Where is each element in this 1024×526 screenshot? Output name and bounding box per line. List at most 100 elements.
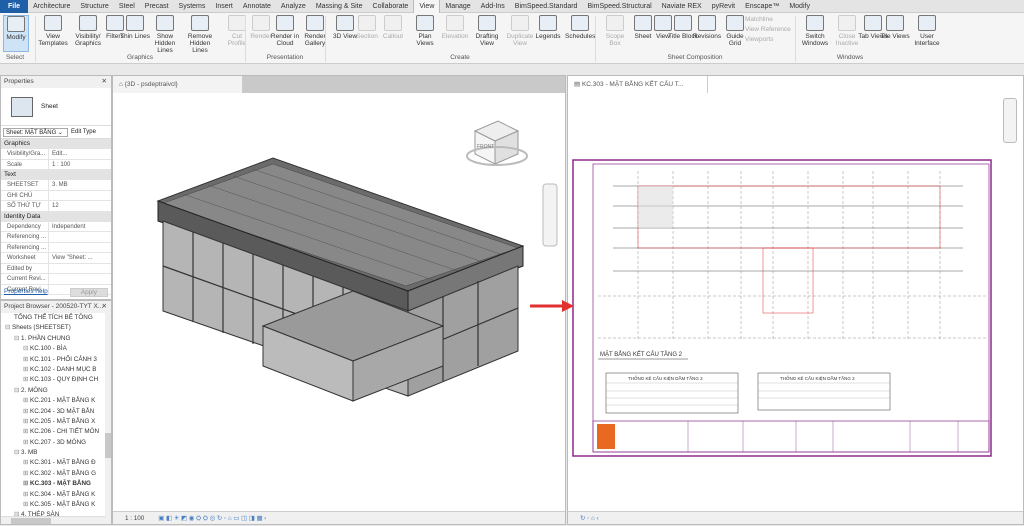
browser-item[interactable]: ⊞ KC.207 - 3D MÓNG xyxy=(1,438,111,448)
sheet-view-window[interactable]: ▤ KC.303 - MẶT BẰNG KẾT CẤU T... MẶT BẰN… xyxy=(567,75,1024,525)
view-scale[interactable]: 1 : 100 xyxy=(125,515,144,522)
browser-item[interactable]: ⊞ KC.305 - MẶT BẰNG K xyxy=(1,500,111,510)
tab-insert[interactable]: Insert xyxy=(210,0,238,13)
tab-view[interactable]: View xyxy=(413,0,441,13)
browser-item[interactable]: ⊞ KC.204 - 3D MẶT BẰN xyxy=(1,407,111,417)
expand-icon[interactable]: ⊞ xyxy=(23,397,30,404)
tab-collaborate[interactable]: Collaborate xyxy=(368,0,414,13)
scope-box-button[interactable]: Scope Box xyxy=(600,15,630,47)
tab-manage[interactable]: Manage xyxy=(440,0,475,13)
browser-item[interactable]: ⊞ KC.303 - MẶT BẰNG xyxy=(1,479,111,489)
expand-icon[interactable]: ⊞ xyxy=(23,366,30,373)
expand-icon[interactable]: ⊞ xyxy=(23,428,30,435)
browser-item[interactable]: ⊞ KC.304 - MẶT BẰNG K xyxy=(1,490,111,500)
browser-item[interactable]: ⊟ 3. MB xyxy=(1,448,111,458)
property-value[interactable]: View "Sheet: ... xyxy=(49,253,111,263)
property-value[interactable]: Edit... xyxy=(49,149,111,159)
elevation-button[interactable]: Elevation xyxy=(440,15,470,40)
revisions-button[interactable]: Revisions xyxy=(692,15,722,40)
property-group[interactable]: Identity Data xyxy=(1,211,111,222)
tab-file[interactable]: File xyxy=(0,0,29,13)
callout-button[interactable]: Callout xyxy=(378,15,408,40)
browser-item[interactable]: ⊞ KC.101 - PHỐI CẢNH 3 xyxy=(1,355,111,365)
browser-item[interactable]: TỔNG THỂ TÍCH BÊ TÔNG xyxy=(1,313,111,323)
tab-pyrevit[interactable]: pyRevit xyxy=(707,0,740,13)
viewports-button[interactable]: Viewports xyxy=(745,36,773,43)
tab-naviate-rex[interactable]: Naviate REX xyxy=(657,0,707,13)
visibility-graphics-button[interactable]: Visibility/ Graphics xyxy=(73,15,103,47)
thin-lines-button[interactable]: Thin Lines xyxy=(120,15,150,40)
property-value[interactable]: Independent xyxy=(49,222,111,232)
tab-modify[interactable]: Modify xyxy=(784,0,815,13)
tab-analyze[interactable]: Analyze xyxy=(276,0,311,13)
browser-item[interactable]: ⊞ KC.301 - MẶT BẰNG Đ xyxy=(1,458,111,468)
browser-item[interactable]: ⊞ KC.206 - CHI TIẾT MÓN xyxy=(1,427,111,437)
tab-bimspeed-standard[interactable]: BimSpeed.Standard xyxy=(510,0,583,13)
view-control-icons[interactable]: ↻ ◦ ⌂ ‹ xyxy=(580,515,599,522)
expand-icon[interactable]: ⊟ xyxy=(14,449,21,456)
tab-systems[interactable]: Systems xyxy=(174,0,211,13)
expand-icon[interactable]: ⊞ xyxy=(23,491,30,498)
remove-hidden-lines-button[interactable]: Remove Hidden Lines xyxy=(185,15,215,54)
expand-icon[interactable]: ⊞ xyxy=(23,418,30,425)
property-value[interactable]: 12 xyxy=(49,201,111,211)
modify-button[interactable]: Modify xyxy=(3,15,29,52)
property-group[interactable]: Graphics xyxy=(1,139,111,149)
tab-annotate[interactable]: Annotate xyxy=(238,0,276,13)
browser-item[interactable]: ⊞ KC.302 - MẶT BẰNG G xyxy=(1,469,111,479)
expand-icon[interactable]: ⊞ xyxy=(23,459,30,466)
vertical-scrollbar[interactable] xyxy=(105,313,111,517)
browser-item[interactable]: ⊞ KC.102 - DANH MỤC B xyxy=(1,365,111,375)
property-value[interactable] xyxy=(49,243,111,253)
browser-item[interactable]: ⊞ KC.103 - QUY ĐỊNH CH xyxy=(1,375,111,385)
view-reference-button[interactable]: View Reference xyxy=(745,26,791,33)
view-templates-button[interactable]: View Templates xyxy=(38,15,68,47)
browser-item[interactable]: ⊞ KC.205 - MẶT BẰNG X xyxy=(1,417,111,427)
schedules-button[interactable]: Schedules xyxy=(565,15,595,40)
view-control-icons[interactable]: ▣ ◧ ☀ ◩ ◉ ⛭ ⛭ ◎ ↻ ◦ ⌂ ▭ ◫ ◨ ▦ ‹ xyxy=(158,515,266,522)
navigation-bar[interactable] xyxy=(542,183,558,247)
view-cube[interactable]: FRONT xyxy=(466,120,528,166)
show-hidden-lines-button[interactable]: Show Hidden Lines xyxy=(150,15,180,54)
expand-icon[interactable]: ⊟ xyxy=(14,387,21,394)
browser-item[interactable]: ⊟ KC.100 - BÌA xyxy=(1,344,111,354)
browser-item[interactable]: ⊟ Sheets (SHEETSET) xyxy=(1,323,111,333)
tab-bimspeed-structural[interactable]: BimSpeed.Structural xyxy=(582,0,656,13)
edit-type-button[interactable]: Edit Type xyxy=(71,129,96,135)
browser-item[interactable]: ⊟ 1. PHẦN CHUNG xyxy=(1,334,111,344)
tab-add-ins[interactable]: Add-Ins xyxy=(476,0,510,13)
property-value[interactable] xyxy=(49,274,111,284)
property-value[interactable] xyxy=(49,191,111,201)
horizontal-scrollbar[interactable] xyxy=(1,516,111,524)
tab-structure[interactable]: Structure xyxy=(75,0,113,13)
browser-item[interactable]: ⊞ KC.201 - MẶT BẰNG K xyxy=(1,396,111,406)
tab-architecture[interactable]: Architecture xyxy=(28,0,75,13)
tile-views-button[interactable]: Tile Views xyxy=(880,15,910,40)
matchline-button[interactable]: Matchline xyxy=(745,16,773,23)
property-group[interactable]: Text xyxy=(1,170,111,180)
expand-icon[interactable]: ⊞ xyxy=(23,501,30,508)
type-selector[interactable]: Sheet: MẶT BẰNG ⌄ xyxy=(3,127,68,137)
property-value[interactable] xyxy=(49,232,111,242)
browser-item[interactable]: ⊟ 2. MÓNG xyxy=(1,386,111,396)
expand-icon[interactable]: ⊟ xyxy=(23,345,30,352)
apply-button[interactable]: Apply xyxy=(69,288,108,297)
properties-help-link[interactable]: Properties help xyxy=(4,288,48,297)
expand-icon[interactable]: ⊞ xyxy=(23,480,30,487)
drafting-view-button[interactable]: Drafting View xyxy=(472,15,502,47)
render-in-cloud-button[interactable]: Render in Cloud xyxy=(270,15,300,47)
legends-button[interactable]: Legends xyxy=(533,15,563,40)
expand-icon[interactable]: ⊟ xyxy=(14,335,21,342)
user-interface-button[interactable]: User Interface xyxy=(912,15,942,47)
tab-precast[interactable]: Precast xyxy=(140,0,174,13)
close-icon[interactable]: ✕ xyxy=(102,301,107,313)
property-value[interactable]: 1 : 100 xyxy=(49,160,111,170)
expand-icon[interactable]: ⊞ xyxy=(23,470,30,477)
3d-view-window[interactable]: ⌂ {3D - psdeptraivcl} FRONT 1 : 100 ▣ ◧ ☀… xyxy=(112,75,566,525)
expand-icon[interactable]: ⊞ xyxy=(23,439,30,446)
tab-enscape-[interactable]: Enscape™ xyxy=(740,0,784,13)
tab-steel[interactable]: Steel xyxy=(114,0,140,13)
close-icon[interactable]: ✕ xyxy=(102,76,107,88)
expand-icon[interactable]: ⊞ xyxy=(23,408,30,415)
plan-views-button[interactable]: Plan Views xyxy=(410,15,440,47)
